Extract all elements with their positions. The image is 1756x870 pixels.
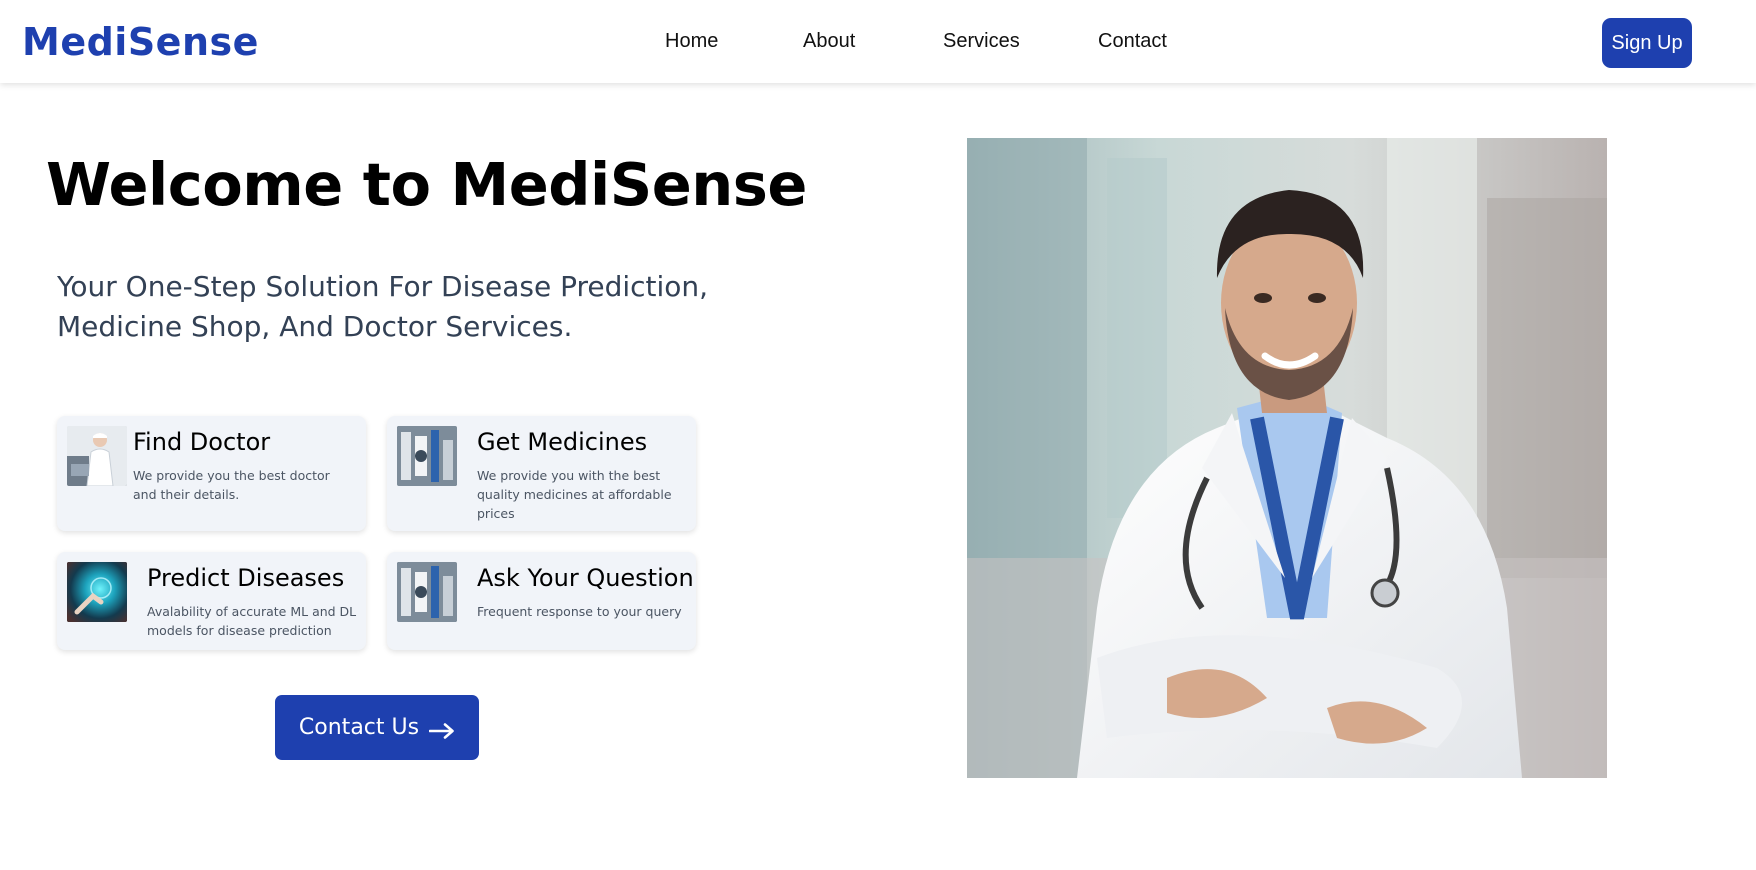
arrow-right-icon <box>428 720 455 739</box>
doctor-thumbnail <box>67 426 127 486</box>
feature-card-ask-question[interactable]: Ask Your Question Frequent response to y… <box>387 552 696 650</box>
feature-title: Predict Diseases <box>147 564 345 592</box>
feature-description: Frequent response to your query <box>477 604 682 619</box>
medicines-thumbnail <box>397 562 457 622</box>
nav-link-home[interactable]: Home <box>665 30 718 53</box>
nav-link-services[interactable]: Services <box>943 30 1020 53</box>
nav-links: Home About Services Contact <box>0 30 1756 56</box>
nav-link-contact[interactable]: Contact <box>1098 30 1167 53</box>
hero-subtitle: Your One-Step Solution For Disease Predi… <box>57 270 709 343</box>
contact-us-label: Contact Us <box>298 715 420 740</box>
contact-us-button[interactable]: Contact Us <box>275 695 479 760</box>
feature-title: Ask Your Question <box>477 564 694 592</box>
hero-title: Welcome to MediSense <box>46 150 807 219</box>
ai-thumbnail <box>67 562 127 622</box>
navbar: MediSense Home About Services Contact Si… <box>0 0 1756 83</box>
feature-card-predict-diseases[interactable]: Predict Diseases Avalability of accurate… <box>57 552 366 650</box>
feature-description: We provide you the best doctor and their… <box>133 468 330 502</box>
nav-link-about[interactable]: About <box>803 30 855 53</box>
feature-card-find-doctor[interactable]: Find Doctor We provide you the best doct… <box>57 416 366 531</box>
feature-title: Find Doctor <box>133 428 271 456</box>
feature-description: We provide you with the best quality med… <box>477 468 672 521</box>
feature-card-get-medicines[interactable]: Get Medicines We provide you with the be… <box>387 416 696 531</box>
doctor-hero-image <box>967 138 1607 778</box>
sign-up-button[interactable]: Sign Up <box>1602 18 1692 68</box>
medicines-thumbnail <box>397 426 457 486</box>
feature-title: Get Medicines <box>477 428 648 456</box>
feature-description: Avalability of accurate ML and DL models… <box>147 604 357 638</box>
